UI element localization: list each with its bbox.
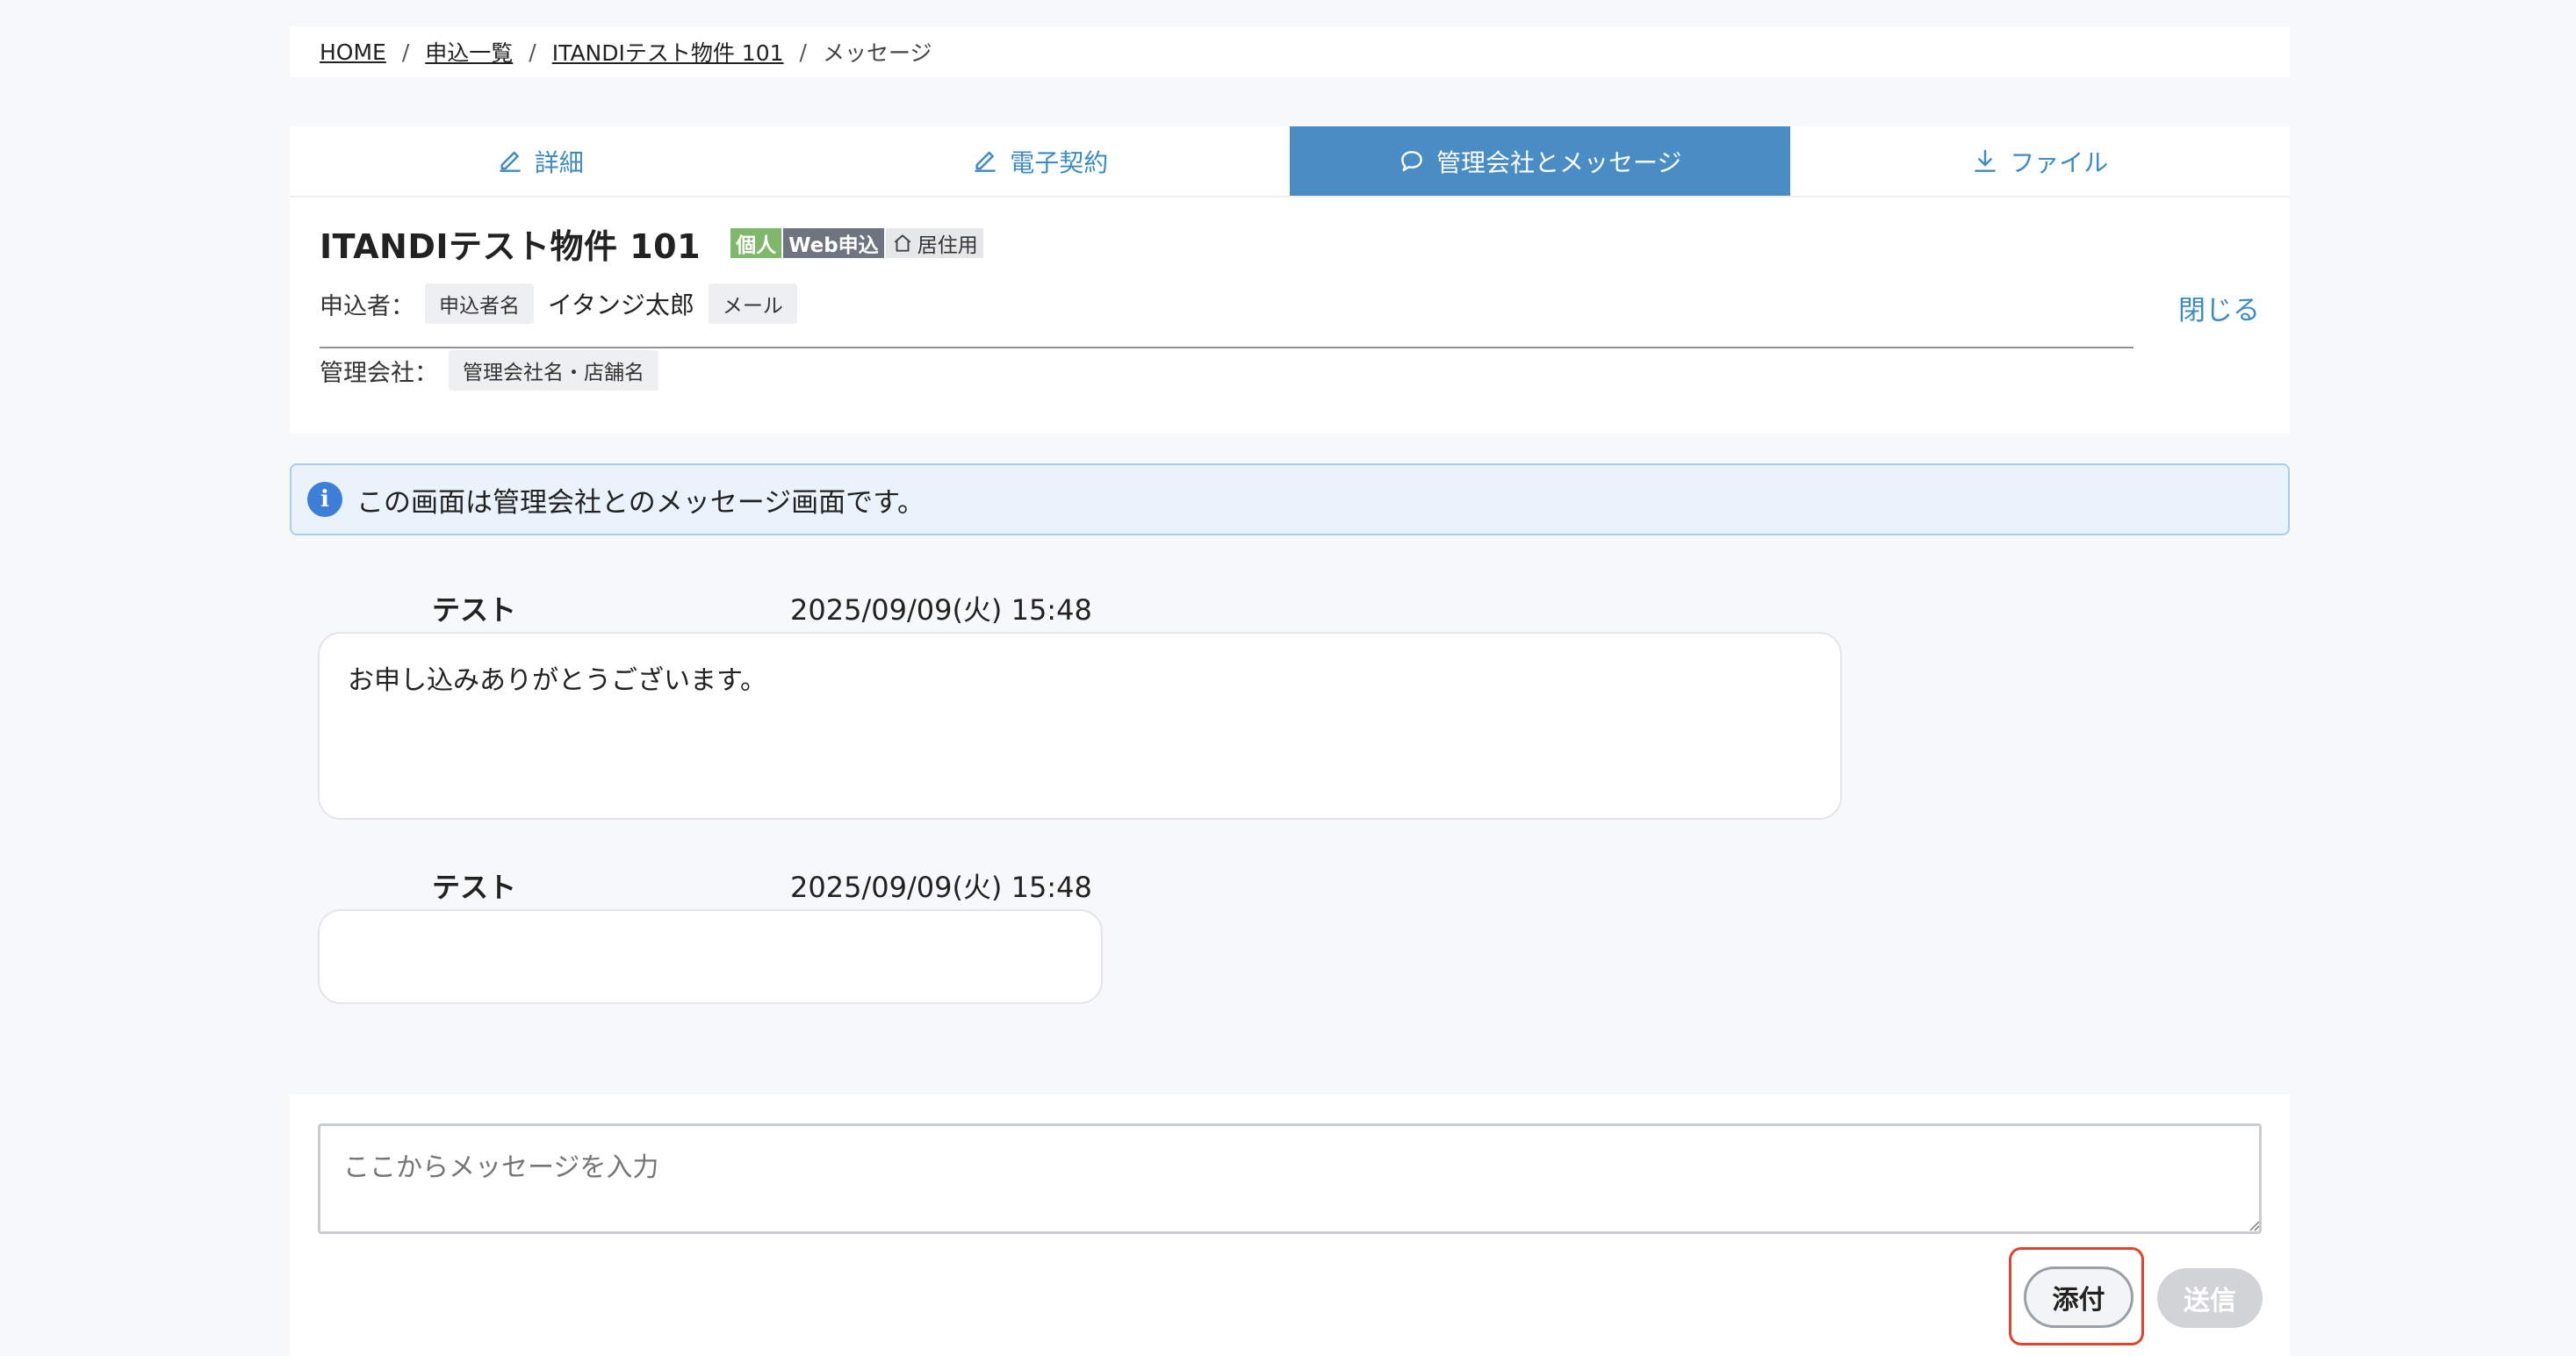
residential-tag: 居住用 bbox=[885, 228, 983, 258]
applicant-contact-chip: メール bbox=[708, 283, 797, 324]
applicant-label: 申込者： bbox=[320, 292, 414, 320]
company-label: 管理会社： bbox=[320, 359, 438, 387]
info-text: この画面は管理会社とのメッセージ画面です。 bbox=[356, 486, 925, 519]
property-header: ITANDIテスト物件 101 個人 Web申込 居住用 bbox=[320, 224, 2290, 266]
message-header: テスト 2025/09/09(火) 15:48 bbox=[0, 588, 2576, 627]
edit-icon bbox=[975, 151, 997, 172]
breadcrumb-separator: / bbox=[799, 39, 807, 65]
web-application-tag: Web申込 bbox=[783, 228, 884, 258]
info-icon: i bbox=[307, 482, 342, 517]
message-sender: テスト bbox=[432, 593, 517, 627]
breadcrumb: HOME / 申込一覧 / ITANDIテスト物件 101 / メッセージ bbox=[290, 26, 2290, 77]
tab-label: ファイル bbox=[2010, 147, 2109, 177]
resize-handle-icon[interactable] bbox=[2248, 1219, 2260, 1231]
house-icon bbox=[894, 234, 910, 252]
chat-bubble-icon bbox=[1401, 150, 1422, 171]
message-timestamp: 2025/09/09(火) 15:48 bbox=[790, 593, 1092, 627]
message-header: テスト 2025/09/09(火) 15:48 bbox=[0, 865, 2576, 904]
message-bubble bbox=[318, 909, 1103, 1004]
company-chip: 管理会社名・店舗名 bbox=[449, 350, 658, 391]
send-button[interactable]: 送信 bbox=[2157, 1268, 2263, 1328]
breadcrumb-separator: / bbox=[529, 39, 536, 65]
tab-bar: 詳細 電子契約 管理会社とメッセージ ファイル bbox=[290, 126, 2290, 197]
message-bubble: お申し込みありがとうございます。 bbox=[318, 632, 1842, 820]
message-sender: テスト bbox=[432, 871, 517, 904]
tab-e-contract[interactable]: 電子契約 bbox=[790, 126, 1291, 196]
close-link[interactable]: 閉じる bbox=[2178, 288, 2260, 327]
message-input[interactable] bbox=[318, 1123, 2262, 1234]
message-composer: 添付 送信 bbox=[290, 1094, 2290, 1356]
info-banner: i この画面は管理会社とのメッセージ画面です。 bbox=[290, 463, 2290, 535]
attach-button[interactable]: 添付 bbox=[2024, 1266, 2133, 1328]
edit-icon bbox=[499, 151, 521, 172]
divider bbox=[320, 347, 2133, 348]
residential-tag-label: 居住用 bbox=[917, 234, 978, 257]
tab-label: 電子契約 bbox=[1010, 147, 1109, 177]
tab-label: 詳細 bbox=[534, 147, 584, 177]
individual-tag: 個人 bbox=[730, 228, 782, 258]
breadcrumb-home-link[interactable]: HOME bbox=[320, 39, 386, 65]
message-body: お申し込みありがとうございます。 bbox=[348, 665, 766, 696]
tab-details[interactable]: 詳細 bbox=[290, 126, 790, 196]
applicant-row: 申込者： 申込者名 イタンジ太郎 メール bbox=[320, 283, 2290, 324]
applicant-name: イタンジ太郎 bbox=[548, 291, 694, 319]
breadcrumb-current: メッセージ bbox=[822, 40, 932, 66]
company-row: 管理会社： 管理会社名・店舗名 bbox=[320, 350, 2290, 391]
tab-messages[interactable]: 管理会社とメッセージ bbox=[1290, 126, 1790, 196]
breadcrumb-list-link[interactable]: 申込一覧 bbox=[425, 36, 513, 68]
breadcrumb-property-link[interactable]: ITANDIテスト物件 101 bbox=[552, 36, 784, 68]
breadcrumb-separator: / bbox=[401, 39, 410, 65]
property-title: ITANDIテスト物件 101 bbox=[320, 226, 702, 266]
download-icon bbox=[1975, 149, 1997, 172]
message-timestamp: 2025/09/09(火) 15:48 bbox=[790, 871, 1092, 904]
application-card: 詳細 電子契約 管理会社とメッセージ ファイル ITANDIテスト物件 101 … bbox=[290, 126, 2290, 434]
applicant-name-chip: 申込者名 bbox=[425, 283, 534, 324]
tab-label: 管理会社とメッセージ bbox=[1436, 147, 1682, 177]
tab-files[interactable]: ファイル bbox=[1790, 126, 2291, 196]
